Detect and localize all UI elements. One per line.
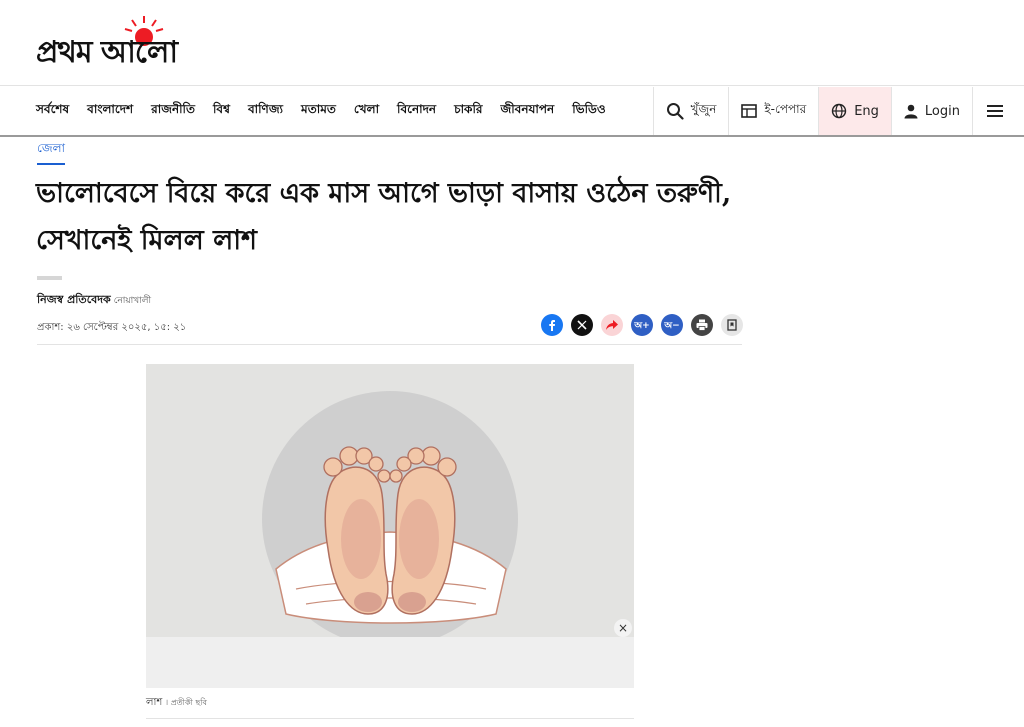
language-button[interactable]: Eng	[818, 87, 891, 135]
caption-divider	[146, 718, 634, 719]
headline-divider	[37, 276, 62, 280]
author-name[interactable]: নিজস্ব প্রতিবেদক	[37, 293, 111, 306]
nav-item-politics[interactable]: রাজনীতি	[151, 101, 195, 121]
share-button[interactable]	[601, 314, 623, 336]
bookmark-button[interactable]	[721, 314, 743, 336]
font-increase-button[interactable]: অ+	[631, 314, 653, 336]
print-icon	[696, 319, 708, 331]
section-tag-link[interactable]: জেলা	[37, 140, 66, 165]
epaper-button[interactable]: ই-পেপার	[728, 87, 818, 135]
language-label: Eng	[854, 103, 879, 119]
nav-item-business[interactable]: বাণিজ্য	[248, 101, 283, 121]
print-button[interactable]	[691, 314, 713, 336]
publish-timestamp: প্রকাশ: ২৬ সেপ্টেম্বর ২০২৫, ১৫: ২১	[37, 322, 187, 333]
facebook-share-button[interactable]	[541, 314, 563, 336]
nav-item-video[interactable]: ভিডিও	[572, 101, 605, 121]
x-share-button[interactable]	[571, 314, 593, 336]
nav-utilities: খুঁজুন ই-পেপার Eng Login	[652, 87, 1024, 135]
nav-item-sports[interactable]: খেলা	[354, 101, 379, 121]
caption-credit-text: প্রতীকী ছবি	[170, 698, 207, 707]
logo-text: প্রথম আলো	[36, 35, 178, 70]
caption-text: লাশ	[146, 697, 163, 708]
byline: নিজস্ব প্রতিবেদক নোয়াখালী	[37, 291, 151, 310]
author-location: নোয়াখালী	[113, 296, 152, 306]
nav-item-world[interactable]: বিশ্ব	[213, 101, 230, 121]
nav-item-jobs[interactable]: চাকরি	[454, 101, 482, 121]
meta-divider	[37, 344, 742, 345]
login-button[interactable]: Login	[890, 87, 972, 135]
feet-illustration-image	[146, 364, 634, 637]
article-image	[146, 364, 634, 637]
header-logo-bar: প্রথম আলো	[0, 0, 1024, 86]
font-decrease-button[interactable]: অ−	[661, 314, 683, 336]
nav-item-bangladesh[interactable]: বাংলাদেশ	[87, 101, 133, 121]
epaper-label: ই-পেপার	[764, 102, 807, 116]
article-headline: ভালোবেসে বিয়ে করে এক মাস আগে ভাড়া বাসা…	[36, 178, 732, 256]
x-icon	[577, 320, 587, 330]
article-figure	[146, 364, 634, 688]
main-navigation: সর্বশেষ বাংলাদেশ রাজনীতি বিশ্ব বাণিজ্য ম…	[0, 87, 1024, 137]
nav-item-opinion[interactable]: মতামত	[301, 101, 336, 121]
search-label: খুঁজুন	[690, 102, 717, 116]
share-toolbar: অ+ অ−	[541, 314, 751, 336]
nav-item-entertainment[interactable]: বিনোদন	[397, 101, 436, 121]
facebook-icon	[549, 320, 555, 331]
newspaper-icon	[741, 104, 758, 118]
site-logo[interactable]: প্রথম আলো	[36, 14, 266, 74]
nav-item-latest[interactable]: সর্বশেষ	[36, 101, 69, 121]
user-icon	[904, 104, 918, 118]
globe-icon	[832, 103, 847, 119]
image-caption: লাশ । প্রতীকী ছবি	[146, 695, 207, 712]
nav-item-lifestyle[interactable]: জীবনযাপন	[500, 101, 554, 121]
hamburger-menu-icon	[987, 105, 1003, 117]
menu-button[interactable]	[972, 87, 1024, 135]
search-icon	[666, 103, 684, 120]
image-close-button[interactable]: ×	[614, 619, 632, 637]
nav-links: সর্বশেষ বাংলাদেশ রাজনীতি বিশ্ব বাণিজ্য ম…	[36, 87, 624, 135]
search-button[interactable]: খুঁজুন	[652, 87, 729, 135]
share-icon	[606, 320, 618, 330]
login-label: Login	[924, 103, 960, 119]
bookmark-icon	[727, 319, 737, 331]
caption-credit: । প্রতীকী ছবি	[165, 698, 207, 707]
